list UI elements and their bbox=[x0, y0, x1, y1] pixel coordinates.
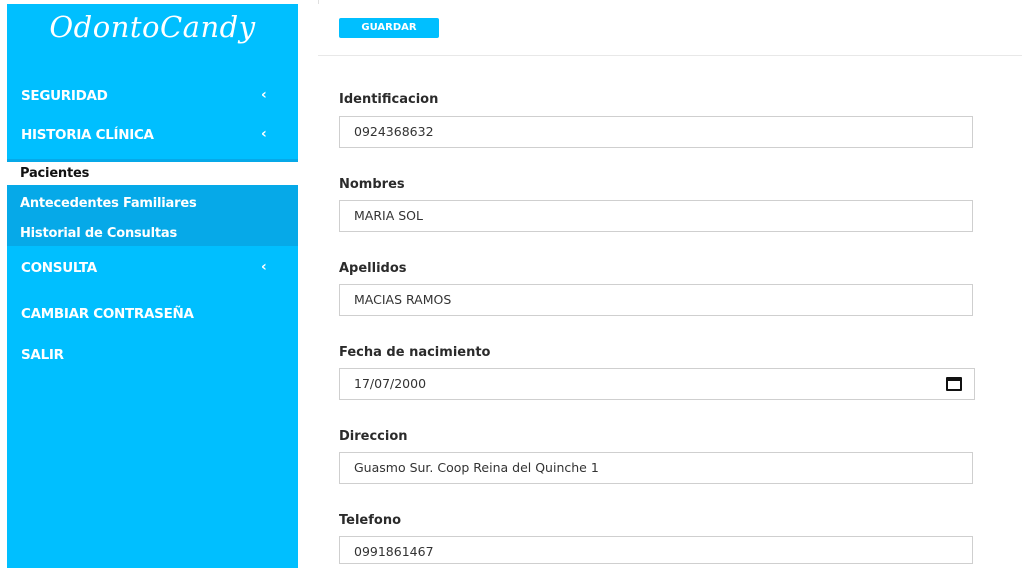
sidebar-item-label: SEGURIDAD bbox=[21, 88, 108, 104]
nombres-label: Nombres bbox=[339, 177, 405, 192]
apellidos-field[interactable]: MACIAS RAMOS bbox=[339, 284, 973, 316]
app-logo[interactable]: OdontoCandy bbox=[7, 10, 298, 44]
sidebar-item-salir[interactable]: SALIR bbox=[7, 337, 298, 373]
sidebar: OdontoCandy SEGURIDAD ‹ HISTORIA CLÍNICA… bbox=[7, 4, 298, 568]
submenu-historia-clinica: Pacientes Antecedentes Familiares Histor… bbox=[7, 159, 298, 246]
nombres-field[interactable]: MARIA SOL bbox=[339, 200, 973, 232]
fecha-nacimiento-label: Fecha de nacimiento bbox=[339, 345, 491, 360]
chevron-left-icon: ‹ bbox=[261, 87, 267, 103]
chevron-left-icon: ‹ bbox=[261, 126, 267, 142]
sidebar-subitem-label: Historial de Consultas bbox=[20, 226, 177, 241]
sidebar-subitem-pacientes[interactable]: Pacientes bbox=[7, 162, 298, 185]
sidebar-item-seguridad[interactable]: SEGURIDAD ‹ bbox=[7, 78, 298, 114]
sidebar-item-cambiar-contrasena[interactable]: CAMBIAR CONTRASEÑA bbox=[7, 296, 298, 332]
left-gutter bbox=[0, 0, 7, 568]
save-button[interactable]: GUARDAR bbox=[339, 18, 439, 38]
fecha-nacimiento-field[interactable]: 17/07/2000 bbox=[339, 368, 975, 400]
telefono-field[interactable]: 0991861467 bbox=[339, 536, 973, 564]
identificacion-field[interactable]: 0924368632 bbox=[339, 116, 973, 148]
sidebar-subitem-label: Antecedentes Familiares bbox=[20, 196, 197, 211]
sidebar-item-label: HISTORIA CLÍNICA bbox=[21, 127, 154, 143]
fecha-nacimiento-value: 17/07/2000 bbox=[354, 376, 427, 391]
sidebar-item-label: CONSULTA bbox=[21, 260, 97, 276]
calendar-icon[interactable] bbox=[946, 377, 962, 391]
sidebar-item-historia-clinica[interactable]: HISTORIA CLÍNICA ‹ bbox=[7, 117, 298, 153]
identificacion-label: Identificacion bbox=[339, 92, 439, 107]
direccion-field[interactable]: Guasmo Sur. Coop Reina del Quinche 1 bbox=[339, 452, 973, 484]
toolbar-divider bbox=[318, 55, 1022, 56]
sidebar-subitem-antecedentes-familiares[interactable]: Antecedentes Familiares bbox=[7, 192, 298, 215]
sidebar-item-label: CAMBIAR CONTRASEÑA bbox=[21, 306, 194, 322]
sidebar-item-label: SALIR bbox=[21, 347, 64, 363]
chevron-left-icon: ‹ bbox=[261, 259, 267, 275]
direccion-label: Direccion bbox=[339, 429, 408, 444]
patient-form-panel: GUARDAR Identificacion 0924368632 Nombre… bbox=[318, 4, 1022, 568]
sidebar-subitem-historial-consultas[interactable]: Historial de Consultas bbox=[7, 222, 298, 245]
telefono-label: Telefono bbox=[339, 513, 402, 528]
sidebar-subitem-label: Pacientes bbox=[20, 166, 90, 181]
apellidos-label: Apellidos bbox=[339, 261, 407, 276]
sidebar-item-consulta[interactable]: CONSULTA ‹ bbox=[7, 250, 298, 286]
